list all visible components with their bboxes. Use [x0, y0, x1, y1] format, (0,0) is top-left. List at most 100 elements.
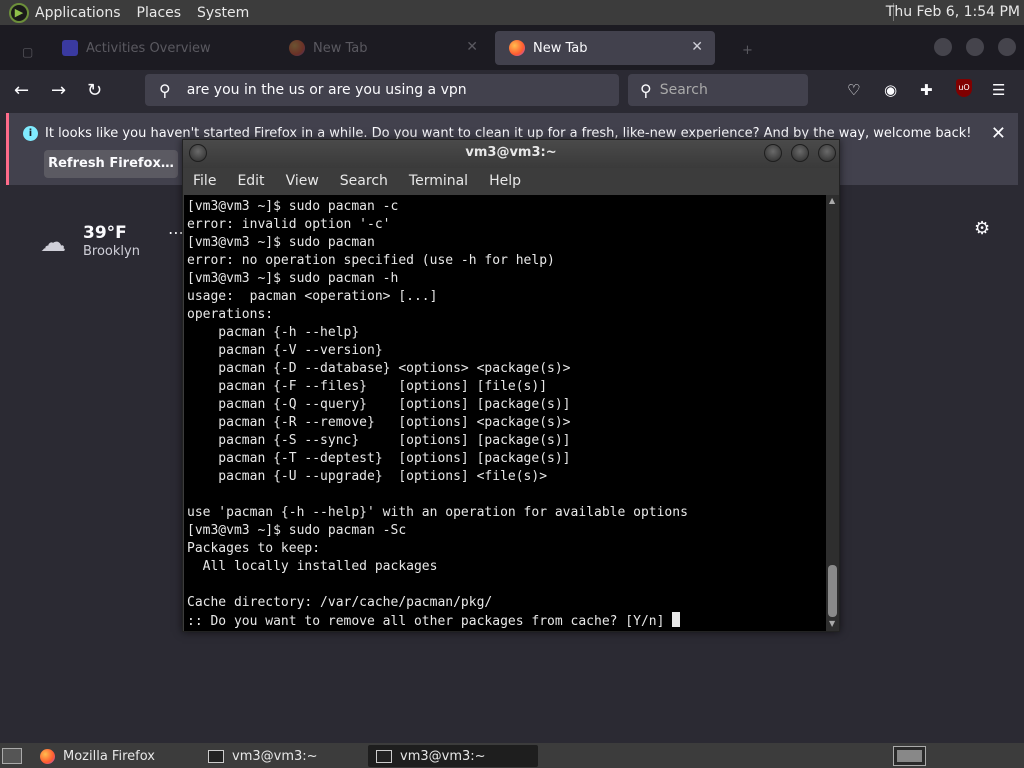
- search-icon: ⚲: [159, 80, 171, 100]
- scrollbar-thumb[interactable]: [828, 565, 837, 617]
- firefox-icon: [40, 748, 55, 764]
- terminal-line: [vm3@vm3 ~]$ sudo pacman -Sc: [187, 523, 407, 538]
- window-menu-button[interactable]: [189, 144, 207, 162]
- tab-newtab-active[interactable]: New Tab ✕: [495, 31, 715, 65]
- minimize-button[interactable]: [934, 38, 952, 56]
- menu-view[interactable]: View: [286, 173, 319, 189]
- terminal-line: [vm3@vm3 ~]$ sudo pacman -h: [187, 271, 399, 286]
- terminal-line: :: Do you want to remove all other packa…: [187, 612, 826, 631]
- close-notification-icon[interactable]: ✕: [991, 123, 1006, 144]
- firefox-view-icon[interactable]: ▢: [8, 35, 33, 69]
- menu-file[interactable]: File: [193, 173, 216, 189]
- reload-icon[interactable]: ↻: [87, 80, 102, 101]
- refresh-firefox-button[interactable]: Refresh Firefox…: [44, 150, 178, 178]
- firefox-favicon-icon: [289, 40, 305, 56]
- extensions-icon[interactable]: ✚: [920, 81, 933, 99]
- url-text[interactable]: are you in the us or are you using a vpn: [187, 82, 467, 98]
- menu-search[interactable]: Search: [340, 173, 388, 189]
- menu-system[interactable]: System: [197, 5, 249, 21]
- close-button[interactable]: [818, 144, 836, 162]
- workspace-window-preview: [897, 750, 922, 762]
- tab-activities[interactable]: Activities Overview: [48, 31, 258, 65]
- show-desktop-button[interactable]: [2, 748, 22, 764]
- top-panel: ▶ Applications Places System Thu Feb 6, …: [0, 0, 1024, 25]
- menu-applications[interactable]: Applications: [35, 5, 121, 21]
- terminal-line: error: no operation specified (use -h fo…: [187, 253, 555, 268]
- terminal-line: pacman {-F --files} [options] [file(s)]: [187, 379, 548, 394]
- search-bar[interactable]: ⚲ Search: [628, 74, 808, 106]
- tab-close-icon[interactable]: ✕: [466, 39, 478, 55]
- terminal-line: All locally installed packages: [187, 559, 438, 574]
- url-bar[interactable]: ⚲ are you in the us or are you using a v…: [145, 74, 619, 106]
- maximize-button[interactable]: [791, 144, 809, 162]
- terminal-line: [vm3@vm3 ~]$ sudo pacman: [187, 235, 375, 250]
- tab-bar: ▢ Activities Overview New Tab ✕ New Tab …: [0, 25, 1024, 70]
- terminal-line: operations:: [187, 307, 274, 322]
- workspace-switcher[interactable]: [893, 746, 926, 766]
- menu-terminal[interactable]: Terminal: [409, 173, 468, 189]
- gear-icon[interactable]: ⚙: [974, 218, 990, 239]
- tab-label: New Tab: [533, 40, 588, 56]
- weather-temperature: 39°F: [83, 223, 127, 243]
- weather-location: Brooklyn: [83, 244, 140, 259]
- minimize-button[interactable]: [764, 144, 782, 162]
- search-icon: ⚲: [640, 80, 652, 100]
- nav-bar: ← → ↻ ⚲ are you in the us or are you usi…: [0, 70, 1024, 110]
- terminal-titlebar[interactable]: vm3@vm3:~: [183, 140, 839, 168]
- terminal-line: pacman {-R --remove} [options] <package(…: [187, 415, 571, 430]
- back-arrow-icon[interactable]: ←: [14, 80, 29, 101]
- close-window-button[interactable]: [998, 38, 1016, 56]
- terminal-title: vm3@vm3:~: [465, 145, 557, 160]
- taskbar-label: vm3@vm3:~: [400, 748, 486, 764]
- tab-favicon-icon: [62, 40, 78, 56]
- terminal-line: pacman {-Q --query} [options] [package(s…: [187, 397, 571, 412]
- taskbar-item-terminal-1[interactable]: vm3@vm3:~: [200, 745, 362, 767]
- terminal-line: pacman {-S --sync} [options] [package(s)…: [187, 433, 571, 448]
- terminal-line: pacman {-V --version}: [187, 343, 383, 358]
- maximize-button[interactable]: [966, 38, 984, 56]
- taskbar-item-terminal-2[interactable]: vm3@vm3:~: [368, 745, 538, 767]
- taskbar-label: vm3@vm3:~: [232, 748, 318, 764]
- distro-logo-icon[interactable]: ▶: [9, 2, 29, 23]
- search-placeholder[interactable]: Search: [660, 82, 708, 98]
- menu-help[interactable]: Help: [489, 173, 521, 189]
- terminal-line: error: invalid option '-c': [187, 217, 391, 232]
- terminal-output[interactable]: [vm3@vm3 ~]$ sudo pacman -c error: invali…: [184, 195, 826, 631]
- tab-label: Activities Overview: [86, 40, 211, 56]
- terminal-menubar: File Edit View Search Terminal Help: [183, 168, 839, 194]
- menu-edit[interactable]: Edit: [237, 173, 264, 189]
- forward-arrow-icon[interactable]: →: [51, 80, 66, 101]
- tab-newtab-1[interactable]: New Tab ✕: [275, 31, 490, 65]
- pocket-icon[interactable]: ♡: [847, 81, 860, 99]
- terminal-line: [vm3@vm3 ~]$ sudo pacman -c: [187, 199, 399, 214]
- bottom-panel: Mozilla Firefox vm3@vm3:~ vm3@vm3:~: [0, 743, 1024, 768]
- scroll-up-icon[interactable]: ▲: [829, 196, 835, 205]
- clock[interactable]: Thu Feb 6, 1:54 PM: [886, 4, 1020, 20]
- menu-hamburger-icon[interactable]: ☰: [992, 81, 1005, 99]
- terminal-line: Cache directory: /var/cache/pacman/pkg/: [187, 595, 493, 610]
- account-icon[interactable]: ◉: [884, 81, 897, 99]
- taskbar-label: Mozilla Firefox: [63, 748, 155, 764]
- terminal-line: pacman {-D --database} <options> <packag…: [187, 361, 571, 376]
- taskbar-item-firefox[interactable]: Mozilla Firefox: [32, 745, 194, 767]
- menu-places[interactable]: Places: [137, 5, 182, 21]
- terminal-line: Packages to keep:: [187, 541, 321, 556]
- terminal-window: vm3@vm3:~ File Edit View Search Terminal…: [182, 139, 840, 632]
- terminal-icon: [208, 749, 224, 763]
- tab-label: New Tab: [313, 40, 368, 56]
- scroll-down-icon[interactable]: ▼: [829, 619, 835, 628]
- terminal-line: pacman {-T --deptest} [options] [package…: [187, 451, 571, 466]
- new-tab-icon[interactable]: +: [728, 33, 753, 67]
- terminal-scrollbar[interactable]: ▲ ▼: [826, 195, 839, 631]
- firefox-favicon-icon: [509, 40, 525, 56]
- text-cursor: [672, 612, 681, 627]
- tab-close-icon[interactable]: ✕: [691, 39, 703, 55]
- terminal-line: pacman {-U --upgrade} [options] <file(s)…: [187, 469, 548, 484]
- terminal-line: pacman {-h --help}: [187, 325, 360, 340]
- cloud-icon: ☁: [40, 228, 66, 258]
- ublock-icon[interactable]: uO: [956, 79, 972, 97]
- terminal-icon: [376, 749, 392, 763]
- terminal-line: usage: pacman <operation> [...]: [187, 289, 438, 304]
